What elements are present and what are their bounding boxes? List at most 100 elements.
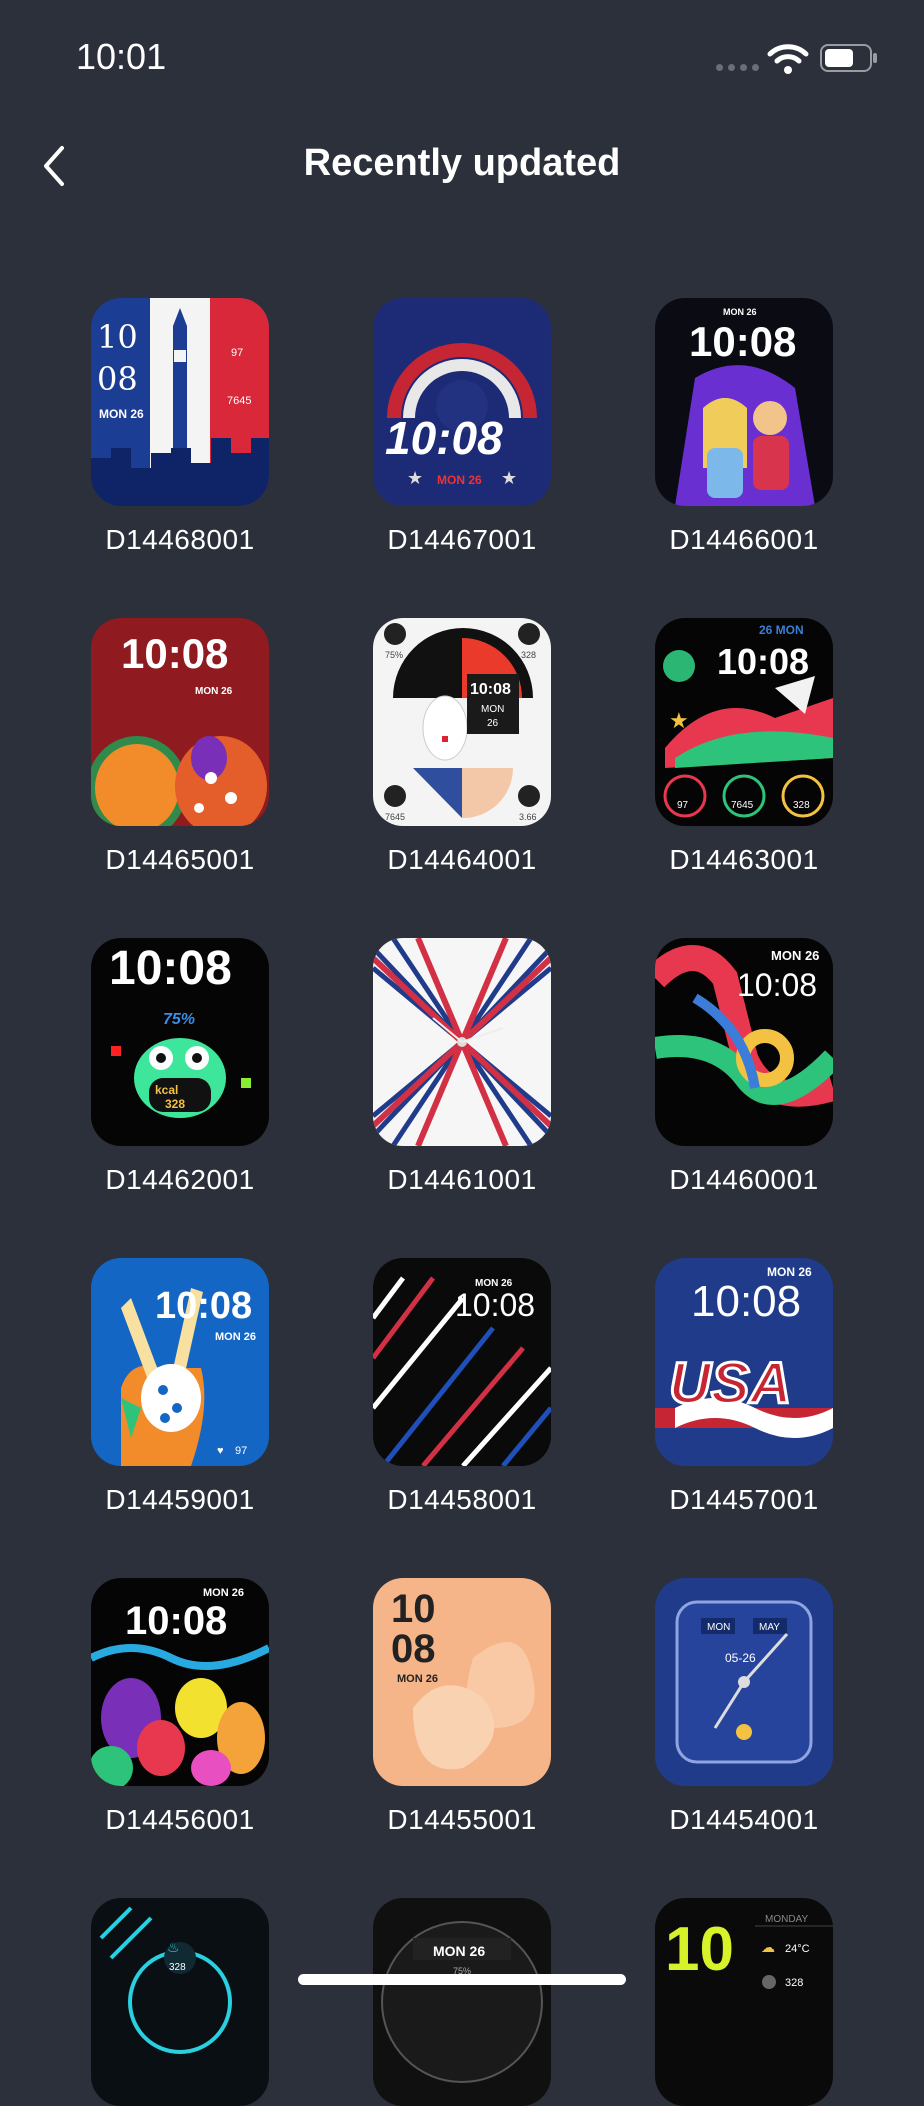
watch-face-code: D14463001 — [669, 844, 819, 875]
watch-face-thumbnail[interactable]: MON MAY 05-26 — [655, 1578, 833, 1786]
watch-face-card[interactable]: ★ 26 MON 10:08 97 7645 328 D14463001 — [654, 618, 834, 876]
watch-face-thumbnail[interactable]: MON 26 10:08 — [91, 1578, 269, 1786]
face-date: 05-26 — [725, 1651, 756, 1665]
face-date: MON 26 — [203, 1587, 244, 1599]
face-date: MON 26 — [433, 1943, 485, 1959]
face-day: 26 — [487, 718, 499, 729]
face-date: MON 26 — [397, 1673, 438, 1685]
watch-face-card[interactable]: 10:08 MON 26 ♥ 97 D14459001 — [90, 1258, 270, 1516]
watch-face-card[interactable]: MON 26 10:08 D14458001 — [372, 1258, 552, 1516]
watch-face-thumbnail[interactable]: 10:08 75% kcal 328 — [91, 938, 269, 1146]
watch-face-card[interactable]: 10 08 MON 26 97 7645 D14468001 — [90, 298, 270, 556]
face-steps: 7645 — [227, 395, 251, 407]
watch-face-code: D14454001 — [669, 1804, 819, 1835]
face-date: MON 26 — [723, 307, 757, 317]
watch-face-thumbnail[interactable] — [373, 938, 551, 1146]
watch-face-code: D14460001 — [669, 1164, 819, 1195]
face-time: 10:08 — [109, 942, 232, 995]
watch-face-thumbnail[interactable]: USA MON 26 10:08 — [655, 1258, 833, 1466]
face-time: 10:08 — [689, 318, 796, 365]
face-date: 26 MON — [759, 623, 804, 637]
page-title: Recently updated — [303, 142, 621, 184]
face-time: 10:08 — [470, 681, 511, 698]
watch-face-card[interactable]: 10:08 75% kcal 328 D14462001 — [90, 938, 270, 1196]
face-time: 10:08 — [737, 967, 817, 1003]
watch-face-code: D14455001 — [387, 1804, 537, 1835]
face-heart-rate: 97 — [235, 1445, 247, 1457]
watch-face-thumbnail[interactable]: 10:08 MON 26 — [91, 618, 269, 826]
face-weekday: MONDAY — [765, 1914, 808, 1925]
svg-text:★: ★ — [407, 468, 423, 488]
watch-face-thumbnail[interactable]: ★ 26 MON 10:08 97 7645 328 — [655, 618, 833, 826]
face-calories: 328 — [521, 650, 536, 660]
watch-face-thumbnail[interactable]: 10 08 MON 26 97 7645 — [91, 298, 269, 506]
wifi-icon — [767, 44, 809, 74]
watch-face-thumbnail[interactable]: 10:08 MON 26 ♥ 97 — [91, 1258, 269, 1466]
cellular-signal-icon — [716, 64, 759, 71]
face-calories: 328 — [793, 800, 810, 811]
watch-face-card[interactable]: MON 26 75% — [372, 1898, 552, 2106]
watch-face-thumbnail[interactable]: MON 26 10:08 — [655, 938, 833, 1146]
face-date: MON 26 — [771, 948, 819, 963]
watch-face-thumbnail[interactable]: MON 26 10:08 — [373, 1258, 551, 1466]
watch-face-code: D14467001 — [387, 524, 537, 555]
watch-face-thumbnail[interactable]: MON 26 75% — [373, 1898, 551, 2106]
face-battery: 75% — [385, 650, 403, 660]
face-unit: kcal — [155, 1083, 178, 1097]
watch-face-thumbnail[interactable]: 10 08 MON 26 — [373, 1578, 551, 1786]
watch-face-card[interactable]: 10:08 MON 26 75% 328 7645 3.66 D14464001 — [372, 618, 552, 876]
face-date: MON — [481, 704, 504, 715]
watch-face-code: D14457001 — [669, 1484, 819, 1515]
face-steps: 7645 — [385, 812, 405, 822]
face-month: MAY — [759, 1622, 780, 1633]
face-hour: 10 — [97, 318, 138, 356]
watch-face-card[interactable]: ♨ 328 — [90, 1898, 270, 2106]
watch-face-code: D14456001 — [105, 1804, 255, 1835]
face-calories: 328 — [785, 1977, 803, 1989]
face-steps: 7645 — [731, 800, 754, 811]
watch-face-thumbnail[interactable]: ♨ 328 — [91, 1898, 269, 2106]
watch-face-card[interactable]: 10:08 MON 26 ★ ★ D14467001 — [372, 298, 552, 556]
watch-face-code: D14466001 — [669, 524, 819, 555]
watch-face-card[interactable]: 10:08 MON 26 D14465001 — [90, 618, 270, 876]
svg-text:★: ★ — [501, 468, 517, 488]
watch-face-card[interactable]: MON 26 10:08 D14460001 — [654, 938, 834, 1196]
watch-face-code: D14459001 — [105, 1484, 255, 1515]
watch-face-thumbnail[interactable]: 10:08 MON 26 75% 328 7645 3.66 — [373, 618, 551, 826]
face-hour: 10 — [665, 1915, 734, 1984]
watch-face-thumbnail[interactable]: 10:08 MON 26 ★ ★ — [373, 298, 551, 506]
status-time: 10:01 — [76, 36, 167, 77]
watch-face-thumbnail[interactable]: 10 MONDAY ☁ 24°C 328 — [655, 1898, 833, 2106]
watch-face-card[interactable]: MON 26 10:08 D14456001 — [90, 1578, 270, 1836]
face-time: 10:08 — [717, 641, 809, 682]
face-distance: 3.66 — [519, 812, 537, 822]
face-hour: 10 — [391, 1587, 436, 1631]
watch-face-card[interactable]: 10 MONDAY ☁ 24°C 328 — [654, 1898, 834, 2106]
svg-text:♥: ♥ — [217, 1445, 224, 1457]
face-time: 10:08 — [691, 1277, 801, 1326]
face-minute: 08 — [97, 360, 138, 398]
face-battery: 75% — [163, 1011, 195, 1028]
watch-face-card[interactable]: 10 08 MON 26 D14455001 — [372, 1578, 552, 1836]
watch-face-thumbnail[interactable]: MON 26 10:08 — [655, 298, 833, 506]
watch-face-code: D14465001 — [105, 844, 255, 875]
face-date: MON 26 — [195, 686, 233, 697]
face-date: MON 26 — [215, 1331, 256, 1343]
svg-text:☁: ☁ — [761, 1939, 775, 1955]
home-indicator — [298, 1974, 626, 1985]
watch-face-code: D14462001 — [105, 1164, 255, 1195]
face-logo: USA — [669, 1351, 791, 1416]
nav-bar: Recently updated — [0, 120, 924, 210]
watch-face-card[interactable]: MON MAY 05-26 D14454001 — [654, 1578, 834, 1836]
face-heart-rate: 97 — [677, 800, 689, 811]
watch-face-card[interactable]: D14461001 — [372, 938, 552, 1196]
face-temperature: 24°C — [785, 1943, 810, 1955]
watch-face-card[interactable]: USA MON 26 10:08 D14457001 — [654, 1258, 834, 1516]
face-minute: 08 — [391, 1627, 436, 1671]
face-date: MON 26 — [99, 407, 144, 421]
battery-icon — [820, 44, 877, 72]
watch-face-card[interactable]: MON 26 10:08 D14466001 — [654, 298, 834, 556]
svg-text:★: ★ — [669, 708, 689, 733]
status-bar: 10:01 — [0, 0, 924, 120]
svg-text:♨: ♨ — [167, 1939, 180, 1955]
